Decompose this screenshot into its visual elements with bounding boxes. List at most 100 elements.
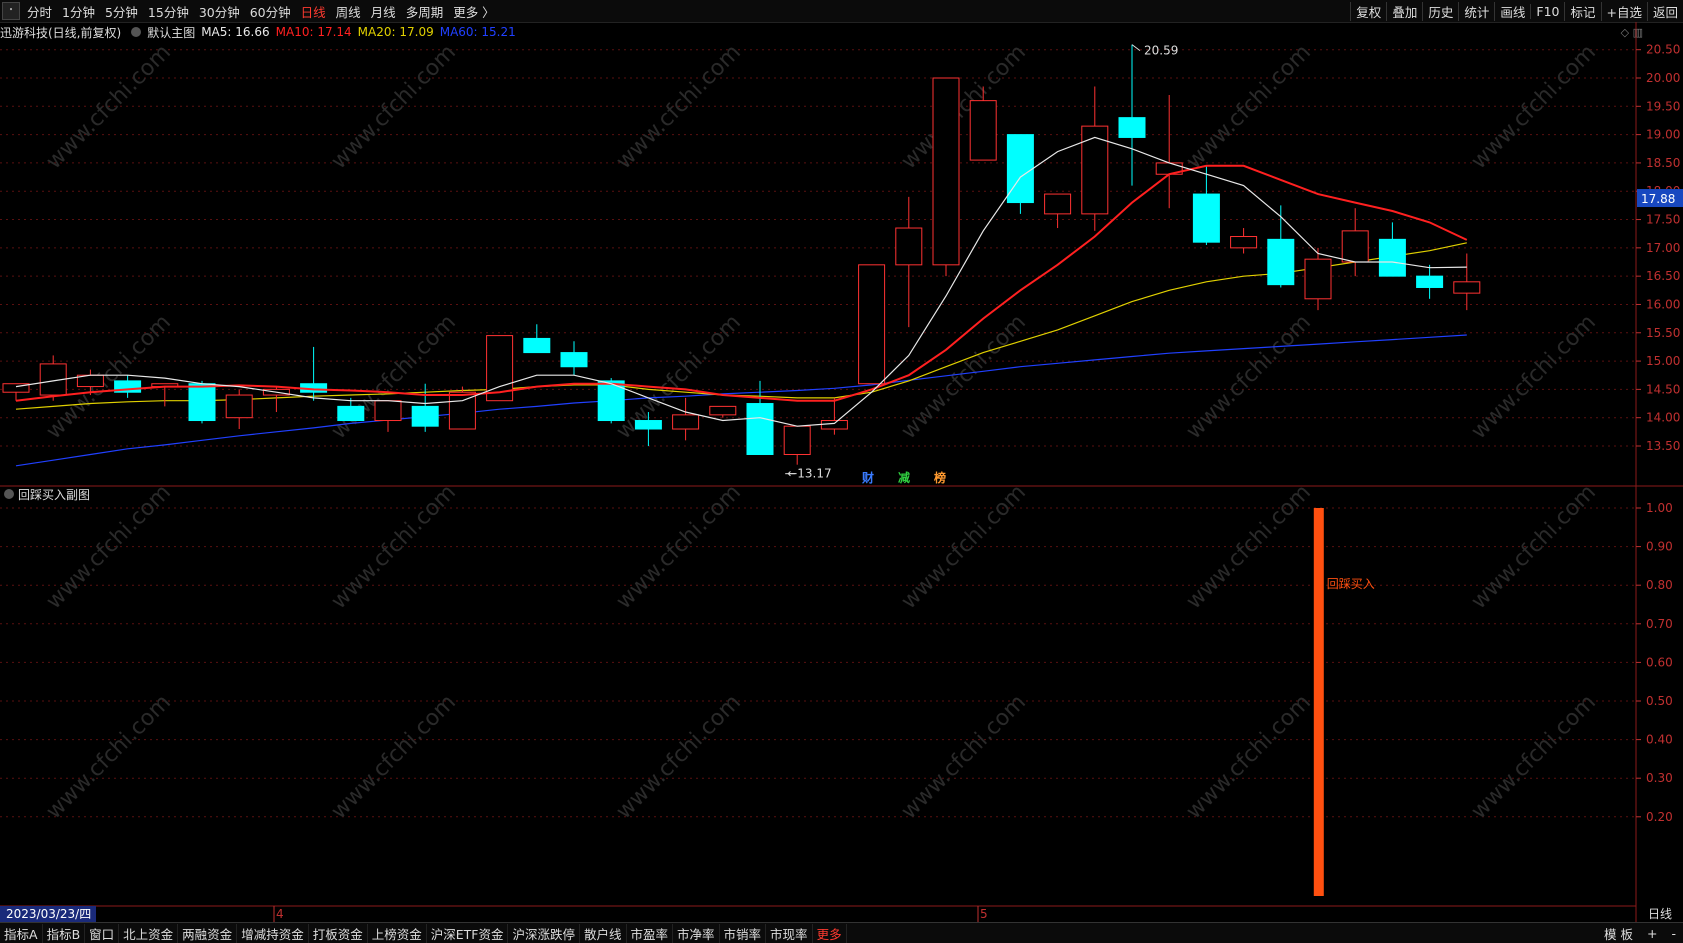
candle-body[interactable]: [1118, 117, 1146, 138]
indicator-tab-7[interactable]: 上榜资金: [368, 923, 427, 943]
candle-body[interactable]: [188, 383, 216, 422]
candle-body[interactable]: [1081, 125, 1109, 215]
indicator-tab-13[interactable]: 市销率: [720, 923, 767, 943]
candle-body[interactable]: [337, 405, 365, 422]
sub-y-tick-label: 0.90: [1646, 540, 1673, 554]
watermark-text: www.cfchi.com: [897, 480, 1031, 614]
sub-y-tick-label: 0.40: [1646, 733, 1673, 747]
main-y-tick-label: 13.50: [1646, 439, 1680, 453]
main-y-tick-label: 20.00: [1646, 71, 1680, 85]
candle-body[interactable]: [895, 227, 923, 266]
indicator-toolbar: 指标A 指标B 窗口 北上资金 两融资金 增减持资金 打板资金 上榜资金 沪深ETF资金 沪深涨跌…: [0, 922, 1683, 943]
main-y-tick-label: 14.50: [1646, 382, 1680, 396]
low-price-label: ←13.17: [787, 467, 831, 481]
indicator-tab-8[interactable]: 沪深ETF资金: [427, 923, 509, 943]
watermark-text: www.cfchi.com: [612, 690, 746, 824]
candle-body[interactable]: [746, 403, 774, 455]
period-label: 日线: [1648, 907, 1672, 921]
indicator-tab-9[interactable]: 沪深涨跌停: [508, 923, 580, 943]
main-y-tick-label: 14.00: [1646, 411, 1680, 425]
candle-body[interactable]: [709, 405, 737, 416]
watermark-text: www.cfchi.com: [1182, 40, 1316, 174]
main-y-tick-label: 16.50: [1646, 269, 1680, 283]
indicator-tab-4[interactable]: 两融资金: [178, 923, 238, 943]
sub-y-tick-label: 0.70: [1646, 617, 1673, 631]
main-y-tick-label: 18.50: [1646, 156, 1680, 170]
candle-body[interactable]: [1006, 134, 1034, 204]
watermark-text: www.cfchi.com: [42, 40, 176, 174]
main-y-tick-label: 19.50: [1646, 99, 1680, 113]
month-label: 5: [980, 907, 988, 921]
indicator-tab-2[interactable]: 窗口: [85, 923, 120, 943]
candle-body[interactable]: [672, 414, 700, 430]
sub-y-tick-label: 0.80: [1646, 578, 1673, 592]
event-marker-2: 榜: [934, 470, 946, 485]
candle-body[interactable]: [932, 77, 960, 266]
candle-body[interactable]: [634, 420, 662, 430]
main-y-tick-label: 15.50: [1646, 326, 1680, 340]
signal-bar[interactable]: [1313, 508, 1324, 896]
event-marker-0: 财: [861, 470, 874, 485]
candle-body[interactable]: [1341, 230, 1369, 263]
indicator-tab-5[interactable]: 增减持资金: [237, 923, 309, 943]
candle-body[interactable]: [820, 420, 848, 430]
candle-body[interactable]: [969, 100, 997, 161]
candle-body[interactable]: [1267, 238, 1295, 286]
watermark-text: www.cfchi.com: [1182, 690, 1316, 824]
candle-body[interactable]: [783, 425, 811, 455]
watermark-text: www.cfchi.com: [612, 40, 746, 174]
watermark-text: www.cfchi.com: [897, 310, 1031, 444]
indicator-tab-12[interactable]: 市净率: [673, 923, 720, 943]
signal-label: 回踩买入: [1327, 577, 1375, 591]
last-price-label: 17.88: [1641, 192, 1675, 206]
candle-body[interactable]: [1304, 258, 1332, 300]
indicator-tabs: 指标A 指标B 窗口 北上资金 两融资金 增减持资金 打板资金 上榜资金 沪深ETF资金 沪深涨跌…: [0, 923, 847, 943]
date-cursor-label: 2023/03/23/四: [6, 907, 91, 921]
candle-body[interactable]: [560, 352, 588, 368]
watermark-text: www.cfchi.com: [1467, 310, 1601, 444]
main-y-tick-label: 17.00: [1646, 241, 1680, 255]
bottom-control-0[interactable]: 模 板: [1597, 924, 1640, 943]
watermark-text: www.cfchi.com: [327, 690, 461, 824]
watermark-text: www.cfchi.com: [1182, 310, 1316, 444]
candle-body[interactable]: [1416, 275, 1444, 288]
watermark-text: www.cfchi.com: [327, 40, 461, 174]
main-y-tick-label: 17.50: [1646, 213, 1680, 227]
indicator-tab-0[interactable]: 指标A: [0, 923, 43, 943]
main-y-tick-label: 19.00: [1646, 128, 1680, 142]
candle-body[interactable]: [225, 394, 253, 419]
main-y-tick-label: 15.00: [1646, 354, 1680, 368]
sub-y-tick-label: 1.00: [1646, 501, 1673, 515]
watermark-text: www.cfchi.com: [42, 690, 176, 824]
candle-body[interactable]: [858, 264, 886, 385]
watermark-text: www.cfchi.com: [1467, 480, 1601, 614]
candle-body[interactable]: [1453, 281, 1481, 294]
candle-body[interactable]: [1378, 238, 1406, 277]
bottom-control-1[interactable]: +: [1640, 926, 1664, 941]
high-price-label: 20.59: [1144, 44, 1178, 58]
sub-y-tick-label: 0.20: [1646, 810, 1673, 824]
kline-chart[interactable]: 20.5020.0019.5019.0018.5018.0017.5017.00…: [0, 0, 1683, 942]
sub-y-tick-label: 0.50: [1646, 694, 1673, 708]
indicator-tab-1[interactable]: 指标B: [43, 923, 86, 943]
indicator-tab-10[interactable]: 散户线: [580, 923, 627, 943]
candle-body[interactable]: [411, 405, 439, 427]
candle-body[interactable]: [374, 400, 402, 422]
bottom-control-2[interactable]: -: [1664, 926, 1683, 941]
indicator-tab-14[interactable]: 市现率: [766, 923, 813, 943]
indicator-tab-3[interactable]: 北上资金: [119, 923, 179, 943]
event-marker-1: 减: [898, 470, 910, 485]
candle-body[interactable]: [1230, 236, 1258, 249]
watermark-text: www.cfchi.com: [1467, 40, 1601, 174]
main-y-tick-label: 16.00: [1646, 297, 1680, 311]
indicator-tab-15[interactable]: 更多: [813, 923, 847, 943]
candle-body[interactable]: [1044, 193, 1072, 215]
candle-body[interactable]: [523, 337, 551, 354]
indicator-tab-11[interactable]: 市盈率: [627, 923, 674, 943]
sub-y-tick-label: 0.30: [1646, 771, 1673, 785]
main-y-tick-label: 20.50: [1646, 43, 1680, 57]
sub-y-tick-label: 0.60: [1646, 655, 1673, 669]
candle-body[interactable]: [1192, 193, 1220, 243]
watermark-text: www.cfchi.com: [897, 690, 1031, 824]
indicator-tab-6[interactable]: 打板资金: [309, 923, 368, 943]
